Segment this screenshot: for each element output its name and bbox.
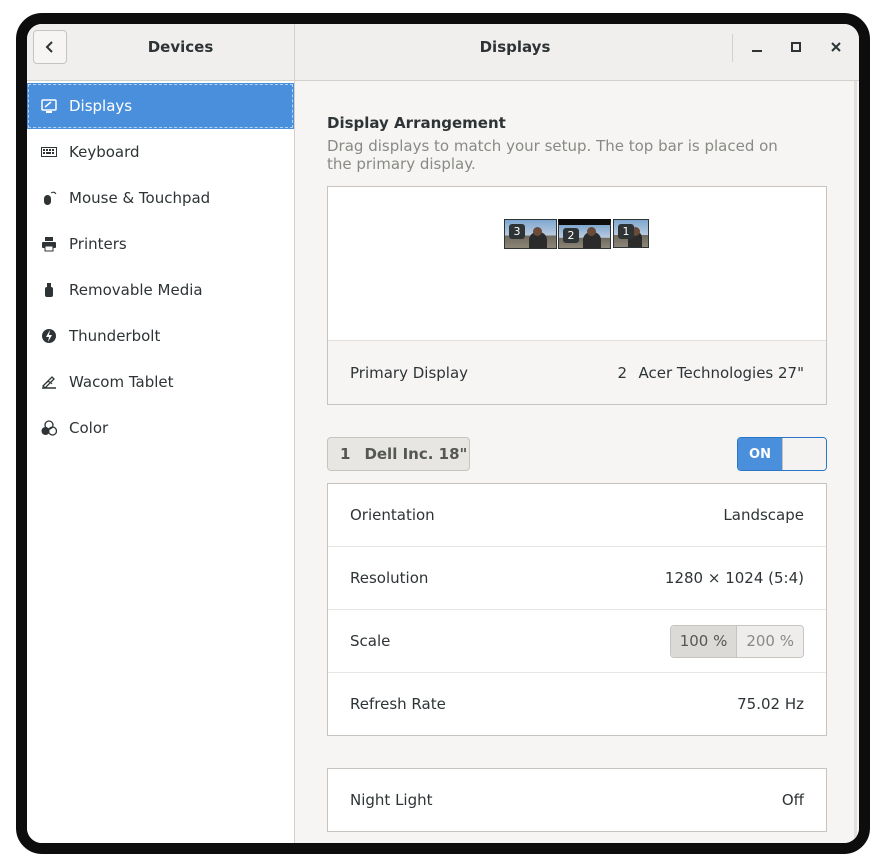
- header-left-pane: Devices: [27, 24, 295, 80]
- scale-row: Scale 100 % 200 %: [328, 610, 826, 673]
- header-separator: [732, 34, 733, 62]
- switch-knob: [782, 438, 826, 470]
- orientation-row[interactable]: Orientation Landscape: [328, 484, 826, 547]
- sidebar-item-label: Printers: [69, 235, 127, 253]
- scale-toggle-group: 100 % 200 %: [669, 625, 804, 658]
- primary-display-number: 2: [617, 363, 627, 382]
- selected-display-name: Dell Inc. 18": [364, 445, 468, 463]
- resolution-value: 1280 × 1024 (5:4): [664, 569, 804, 587]
- sidebar-item-label: Displays: [69, 97, 133, 115]
- thunderbolt-icon: [41, 328, 57, 344]
- refresh-rate-label: Refresh Rate: [350, 695, 446, 713]
- close-icon: [831, 42, 841, 52]
- tablet-icon: [41, 374, 57, 390]
- monitor-2-primary[interactable]: 2: [558, 219, 611, 249]
- chevron-left-icon: [45, 41, 53, 53]
- wallpaper-head: [587, 227, 596, 236]
- sidebar-item-label: Color: [69, 419, 109, 437]
- sidebar-item-label: Thunderbolt: [69, 327, 161, 345]
- sidebar-item-removable-media[interactable]: Removable Media: [27, 267, 294, 313]
- scale-label: Scale: [350, 632, 391, 650]
- color-icon: [41, 420, 57, 436]
- usb-drive-icon: [41, 282, 57, 298]
- primary-display-name: Acer Technologies 27": [638, 363, 804, 382]
- wallpaper-head: [533, 227, 542, 236]
- display-icon: [41, 98, 57, 114]
- close-button[interactable]: [821, 32, 851, 62]
- content-pane: Display Arrangement Drag displays to mat…: [295, 81, 859, 843]
- mouse-icon: [41, 190, 57, 206]
- sidebar-item-wacom-tablet[interactable]: Wacom Tablet: [27, 359, 294, 405]
- primary-display-label: Primary Display: [350, 363, 469, 382]
- orientation-label: Orientation: [350, 506, 435, 524]
- keyboard-icon: [41, 144, 57, 160]
- minimize-icon: [752, 50, 762, 52]
- scale-100-button[interactable]: 100 %: [670, 626, 738, 657]
- sidebar: Displays Keyboard Mouse & Touchpad Print…: [27, 81, 295, 843]
- sidebar-item-keyboard[interactable]: Keyboard: [27, 129, 294, 175]
- settings-window: Devices Displays Displays Keyboard Mouse…: [16, 13, 870, 854]
- sidebar-item-label: Wacom Tablet: [69, 373, 174, 391]
- resolution-label: Resolution: [350, 569, 429, 587]
- sidebar-item-printers[interactable]: Printers: [27, 221, 294, 267]
- page-title: Displays: [479, 38, 551, 56]
- sidebar-item-label: Keyboard: [69, 143, 140, 161]
- switch-on-label: ON: [738, 438, 782, 470]
- monitor-1[interactable]: 1: [613, 219, 649, 248]
- arrangement-title: Display Arrangement: [327, 114, 506, 132]
- sidebar-item-displays[interactable]: Displays: [27, 83, 294, 129]
- monitor-number: 2: [563, 228, 579, 243]
- selected-display-number: 1: [340, 445, 351, 463]
- primary-display-row[interactable]: Primary Display 2 Acer Technologies 27": [328, 340, 826, 404]
- orientation-value: Landscape: [723, 506, 804, 524]
- sidebar-item-label: Mouse & Touchpad: [69, 189, 211, 207]
- sidebar-item-mouse-touchpad[interactable]: Mouse & Touchpad: [27, 175, 294, 221]
- resolution-row[interactable]: Resolution 1280 × 1024 (5:4): [328, 547, 826, 610]
- refresh-rate-value: 75.02 Hz: [737, 695, 804, 713]
- night-light-row[interactable]: Night Light Off: [327, 768, 827, 832]
- sidebar-item-label: Removable Media: [69, 281, 203, 299]
- printer-icon: [41, 236, 57, 252]
- night-light-label: Night Light: [350, 791, 433, 809]
- maximize-button[interactable]: [781, 32, 811, 62]
- refresh-rate-row[interactable]: Refresh Rate 75.02 Hz: [328, 673, 826, 736]
- scale-200-button[interactable]: 200 %: [737, 626, 803, 657]
- minimize-button[interactable]: [742, 32, 772, 62]
- scrollbar[interactable]: [854, 81, 857, 843]
- panel-title: Devices: [147, 38, 214, 56]
- sidebar-item-thunderbolt[interactable]: Thunderbolt: [27, 313, 294, 359]
- back-button[interactable]: [33, 30, 67, 64]
- display-settings-list: Orientation Landscape Resolution 1280 × …: [327, 483, 827, 736]
- monitor-number: 3: [509, 224, 525, 239]
- night-light-value: Off: [781, 791, 804, 809]
- monitor-3[interactable]: 3: [504, 219, 557, 249]
- monitor-number: 1: [618, 224, 634, 239]
- header-bar: Devices Displays: [27, 24, 859, 81]
- display-power-switch[interactable]: ON: [737, 437, 827, 471]
- arrangement-description: Drag displays to match your setup. The t…: [327, 137, 778, 173]
- display-arrangement-area: 3 2 1 Primary Display 2 Acer Technologie…: [327, 186, 827, 405]
- sidebar-item-color[interactable]: Color: [27, 405, 294, 451]
- maximize-icon: [791, 42, 801, 52]
- selected-display-button[interactable]: 1 Dell Inc. 18": [327, 437, 470, 471]
